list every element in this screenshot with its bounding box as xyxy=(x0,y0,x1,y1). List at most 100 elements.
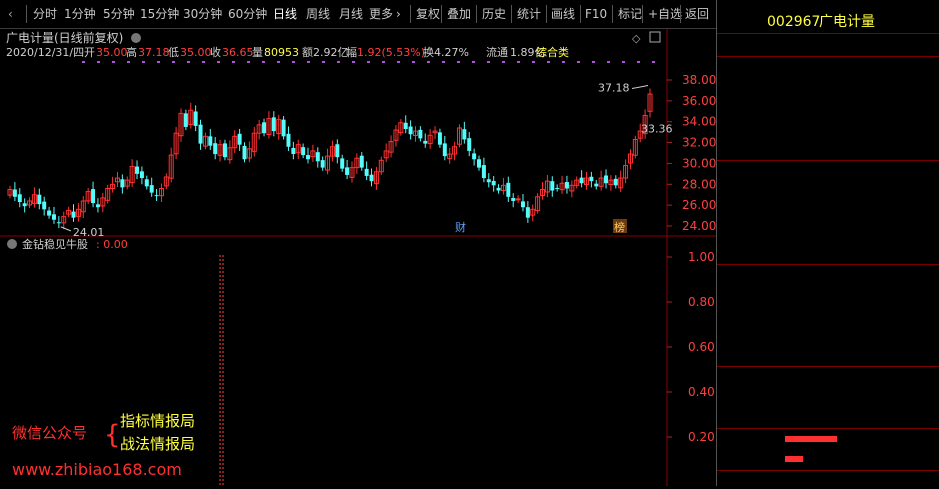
signal-dot xyxy=(232,61,235,63)
signal-dot xyxy=(487,61,490,63)
y-tick-label: 38.00 xyxy=(682,73,716,87)
toolbar-separator xyxy=(476,5,477,23)
info-field: 收 xyxy=(210,45,221,59)
info-field: 35.00 xyxy=(180,46,212,59)
signal-dot xyxy=(262,61,265,63)
annot-low: 24.01 xyxy=(73,226,105,239)
candle-body-down xyxy=(71,211,76,218)
chart-area[interactable]: 38.00 36.00 34.00 32.00 30.00 28.00 26.00 24.00… xyxy=(0,29,716,486)
stat-row xyxy=(717,305,939,325)
toolbar-item-0[interactable]: 分时 xyxy=(33,4,57,24)
candle-body-down xyxy=(340,158,345,169)
toolbar-item-15[interactable]: F10 xyxy=(585,4,607,24)
candle-body-down xyxy=(525,207,530,218)
y-tick-label: 32.00 xyxy=(682,136,716,150)
signal-dot xyxy=(202,61,205,63)
chevron-left-icon[interactable]: ‹ xyxy=(8,4,13,24)
stat-row xyxy=(717,285,939,305)
toolbar-item-7[interactable]: 周线 xyxy=(306,4,330,24)
toolbar-item-6[interactable]: 日线 xyxy=(273,4,297,24)
flow-row xyxy=(717,449,939,469)
toolbar-item-4[interactable]: 30分钟 xyxy=(183,4,222,24)
info-field: 80953 xyxy=(264,46,299,59)
candle-body-down xyxy=(604,175,609,184)
quote-panel: 002967 广电计量 xyxy=(716,0,939,486)
candle-body-down xyxy=(403,122,408,130)
y-tick-label: 36.00 xyxy=(682,94,716,108)
candle-body-down xyxy=(496,187,501,191)
ask-row[interactable] xyxy=(717,78,939,98)
marker-cai: 财 xyxy=(455,220,466,234)
candle-body-down xyxy=(462,129,467,140)
ask-row[interactable] xyxy=(717,139,939,159)
candle-body-down xyxy=(359,155,364,168)
ask-row[interactable] xyxy=(717,119,939,139)
bid-row[interactable] xyxy=(717,161,939,181)
info-field: 4.27% xyxy=(434,46,469,59)
ind-tick-label: 0.40 xyxy=(688,385,715,399)
bid-row[interactable] xyxy=(717,223,939,243)
ind-tick-label: 0.20 xyxy=(688,430,715,444)
bid-row[interactable] xyxy=(717,243,939,263)
signal-dot xyxy=(307,61,310,63)
toolbar-separator xyxy=(580,5,581,23)
stat-row xyxy=(717,325,939,345)
candle-body-down xyxy=(213,143,218,155)
candle-body-down xyxy=(42,201,47,210)
kline-chart-svg[interactable]: 38.00 36.00 34.00 32.00 30.00 28.00 26.00 24.00… xyxy=(0,29,716,486)
info-field: 额 xyxy=(302,46,313,59)
candle-body-down xyxy=(472,153,477,160)
ask-row[interactable] xyxy=(717,57,939,77)
signal-dot xyxy=(142,61,145,63)
toolbar-item-9[interactable]: 更多 › xyxy=(369,4,401,24)
info-field: 35.00 xyxy=(96,46,128,59)
chevron-right-icon: › xyxy=(396,7,401,21)
toolbar-item-2[interactable]: 5分钟 xyxy=(103,4,135,24)
info-field: 换 xyxy=(423,45,434,59)
stat2-row xyxy=(717,387,939,407)
signal-dot xyxy=(607,61,610,63)
candle-body-down xyxy=(149,185,154,193)
candle-body-down xyxy=(281,119,286,137)
candle-body-down xyxy=(511,198,516,201)
toolbar-separator xyxy=(441,5,442,23)
bid-row[interactable] xyxy=(717,182,939,202)
indicator-settings-icon xyxy=(7,239,17,249)
toolbar-item-12[interactable]: 历史 xyxy=(482,4,506,24)
bid-row[interactable] xyxy=(717,202,939,222)
candle-body-down xyxy=(506,182,511,197)
candle-body-down xyxy=(335,144,340,158)
candle-body-down xyxy=(467,138,472,151)
toolbar-item-3[interactable]: 15分钟 xyxy=(140,4,179,24)
y-tick-label: 34.00 xyxy=(682,115,716,129)
toolbar-item-11[interactable]: 叠加 xyxy=(447,4,471,24)
stock-code: 002967 xyxy=(767,14,821,30)
candle-body-down xyxy=(237,133,242,145)
candle-body-down xyxy=(222,143,227,158)
y-tick-label: 30.00 xyxy=(682,156,716,170)
toolbar-item-10[interactable]: 复权 xyxy=(416,4,440,24)
candle-body-down xyxy=(91,189,96,204)
quote-header: 002967 广电计量 xyxy=(717,10,939,34)
toolbar-separator xyxy=(546,5,547,23)
toolbar-item-17[interactable]: +自选 xyxy=(648,4,682,24)
toolbar-item-16[interactable]: 标记 xyxy=(618,4,642,24)
signal-dot xyxy=(652,61,655,63)
signal-dot xyxy=(292,61,295,63)
info-field: 幅 xyxy=(346,46,357,59)
toolbar-item-5[interactable]: 60分钟 xyxy=(228,4,267,24)
ind-tick-label: 1.00 xyxy=(688,250,715,264)
stat-row xyxy=(717,345,939,365)
toolbar-item-14[interactable]: 画线 xyxy=(551,4,575,24)
ask-row[interactable] xyxy=(717,98,939,118)
toolbar-item-8[interactable]: 月线 xyxy=(339,4,363,24)
candle-body-down xyxy=(320,160,325,168)
toolbar-item-1[interactable]: 1分钟 xyxy=(64,4,96,24)
candle-body-up xyxy=(515,198,521,201)
toolbar-item-13[interactable]: 统计 xyxy=(517,4,541,24)
flow-row xyxy=(717,429,939,449)
info-field: 高 xyxy=(126,45,137,59)
signal-dot xyxy=(502,61,505,63)
signal-dot xyxy=(172,61,175,63)
toolbar-item-18[interactable]: 返回 xyxy=(685,4,709,24)
